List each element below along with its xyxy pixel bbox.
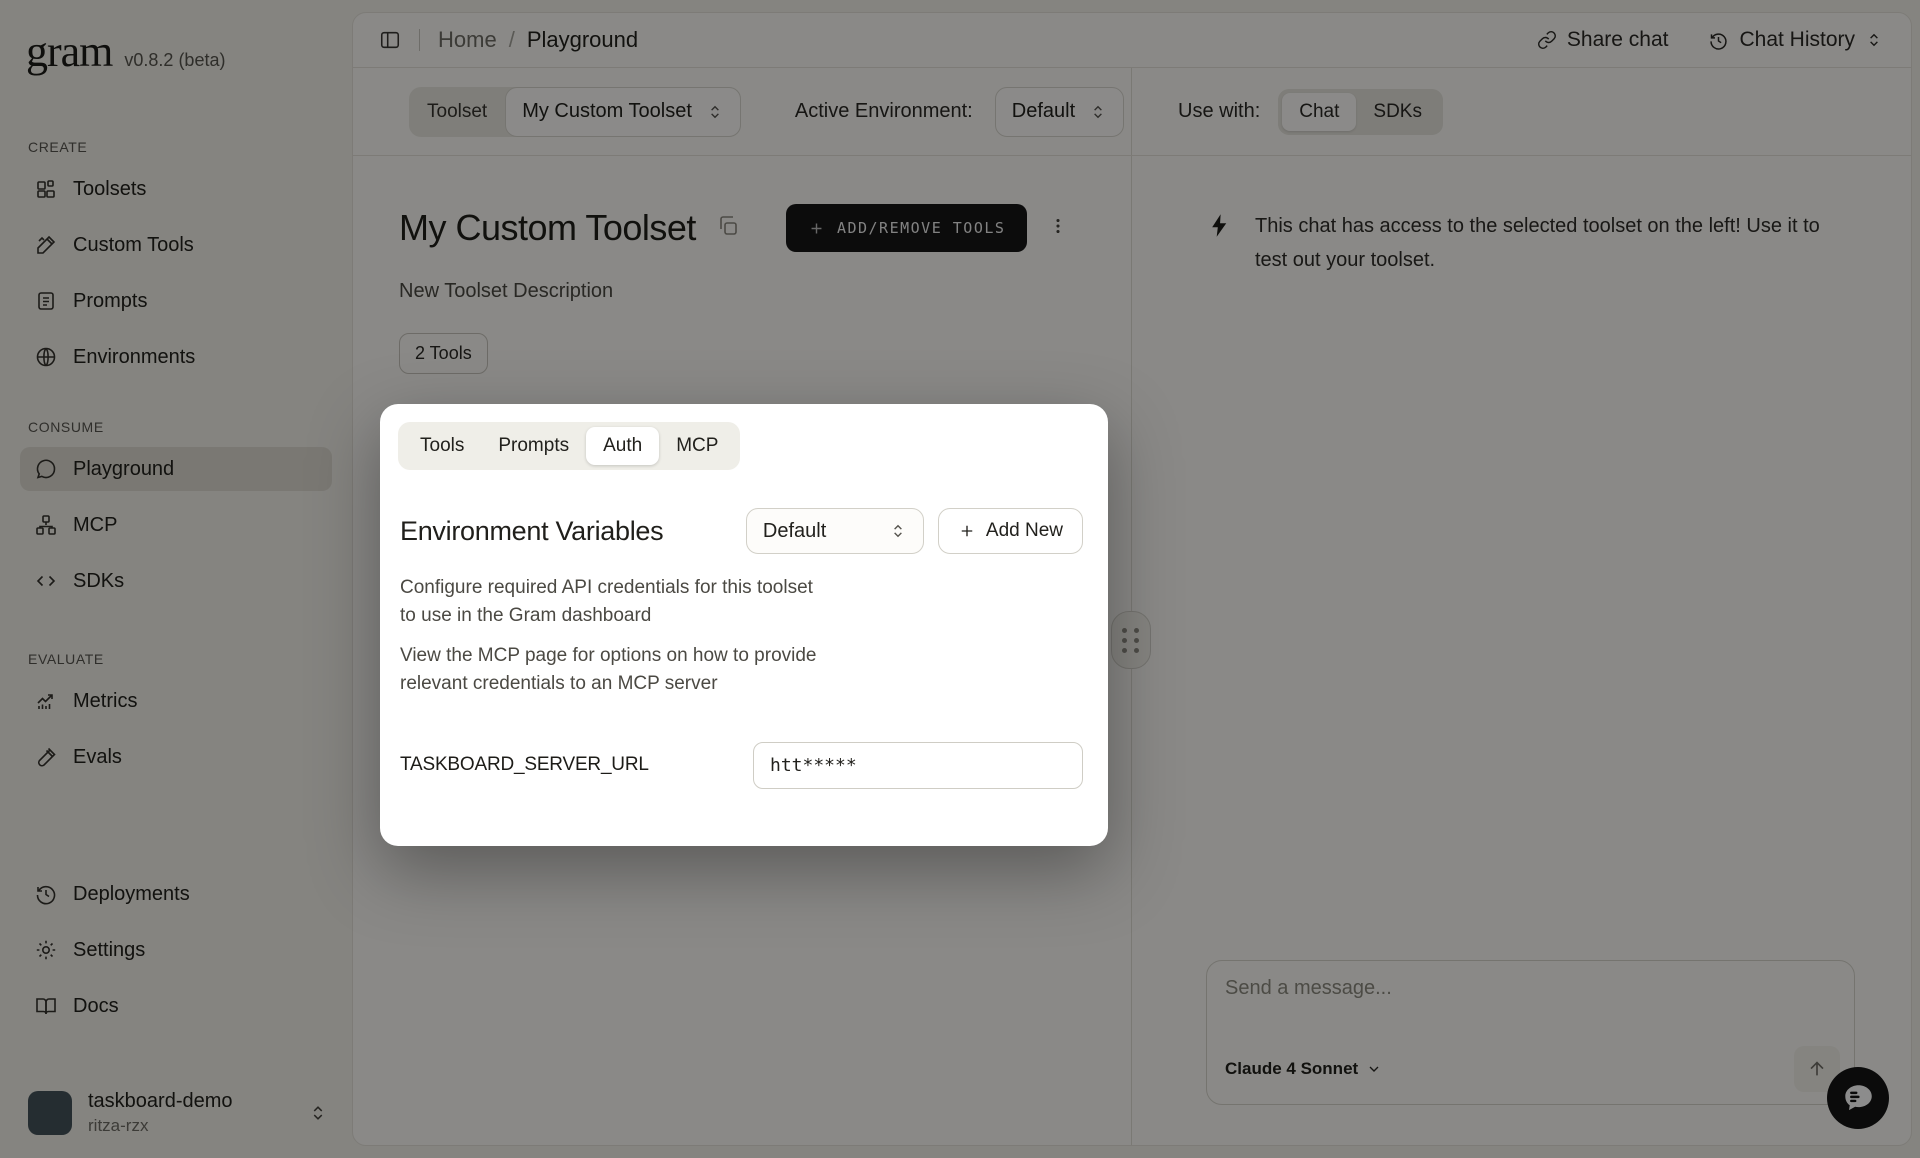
plus-icon <box>961 525 973 537</box>
modal-header: Environment Variables Default Add New <box>398 508 1083 554</box>
add-new-label: Add New <box>985 520 1063 541</box>
environment-select-value: Default <box>762 519 827 542</box>
env-var-value-input[interactable] <box>753 741 1083 789</box>
toolset-config-modal: Tools Prompts Auth MCP Environment Varia… <box>380 404 1108 846</box>
environment-select[interactable]: Default <box>745 508 924 554</box>
app-root: gram v0.8.2 (beta) CREATE Toolsets Custo… <box>0 0 1920 1158</box>
tab-prompts[interactable]: Prompts <box>481 427 586 465</box>
tab-mcp[interactable]: MCP <box>659 427 735 465</box>
modal-description-1: Configure required API credentials for t… <box>400 577 813 626</box>
modal-tabs: Tools Prompts Auth MCP <box>398 422 741 470</box>
modal-heading: Environment Variables <box>400 515 664 546</box>
modal-description-2: View the MCP page for options on how to … <box>400 644 817 694</box>
add-new-button[interactable]: Add New <box>937 508 1083 554</box>
tab-tools[interactable]: Tools <box>403 427 481 465</box>
env-var-name: TASKBOARD_SERVER_URL <box>400 754 649 776</box>
tab-auth[interactable]: Auth <box>586 427 660 465</box>
env-var-row: TASKBOARD_SERVER_URL <box>398 741 1083 789</box>
chevrons-updown-icon <box>894 524 902 538</box>
